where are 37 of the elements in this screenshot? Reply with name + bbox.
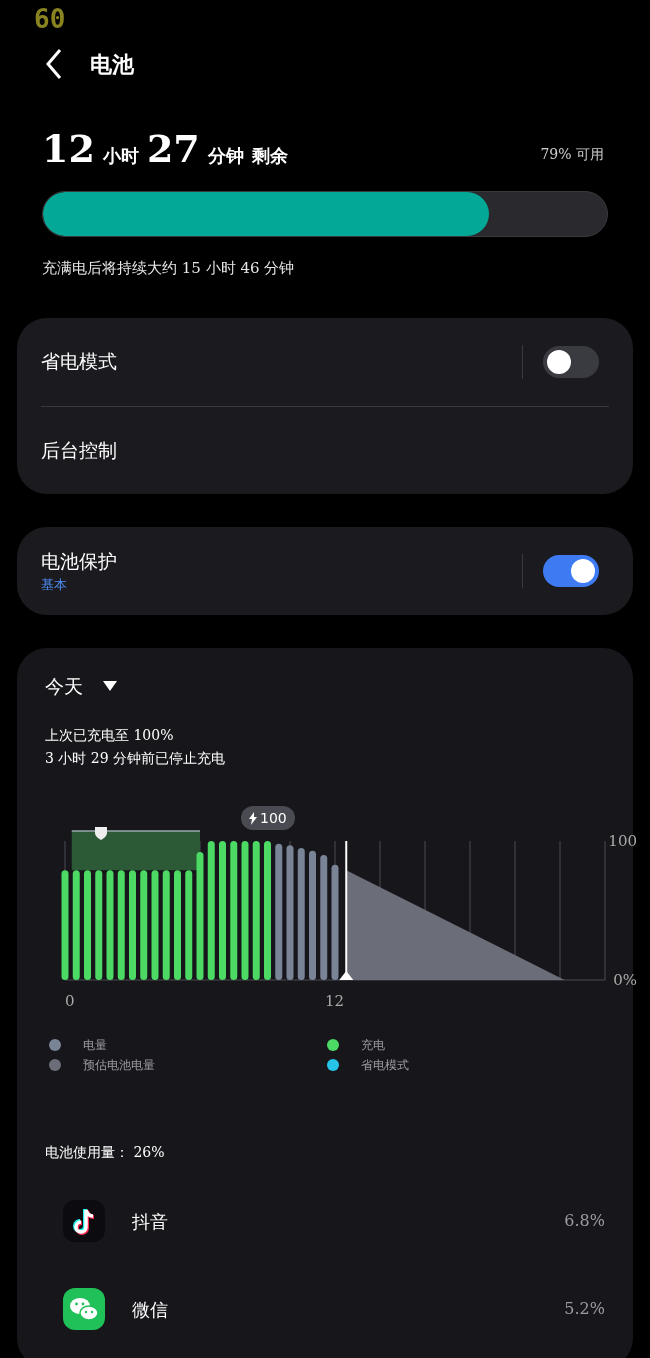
toggle-switch[interactable] [543, 554, 599, 587]
available-percent: 79% 可用 [540, 145, 605, 164]
app-usage-percent: 5.2% [564, 1298, 605, 1320]
stopped-charging-text: 3 小时 29 分钟前已停止充电 [45, 749, 227, 768]
music-note-app-icon [63, 1200, 105, 1242]
back-icon[interactable] [44, 48, 64, 80]
minutes-unit: 分钟 [207, 144, 244, 168]
x-tick-label: 12 [325, 992, 345, 1010]
hours-value: 12 [42, 130, 95, 168]
dropdown-caret-icon[interactable] [103, 680, 117, 691]
full-charge-note: 充满电后将持续大约 15 小时 46 分钟 [42, 258, 296, 279]
chat-bubbles-app-icon [63, 1288, 105, 1330]
toggle-switch[interactable] [543, 345, 599, 378]
y-tick-label: 0% [613, 971, 637, 989]
setting-subtitle: 基本 [41, 576, 68, 594]
last-charge-text: 上次已充电至 100% [45, 726, 175, 745]
legend-label: 预估电池电量 [83, 1057, 155, 1074]
app-usage-percent: 6.8% [564, 1210, 605, 1232]
y-tick-label: 100 [608, 832, 637, 850]
bolt-icon [249, 811, 257, 825]
x-tick-label: 0 [65, 992, 75, 1010]
app-name[interactable]: 抖音 [132, 1207, 565, 1235]
legend-label: 省电模式 [361, 1057, 409, 1074]
minutes-value: 27 [146, 130, 200, 168]
setting-label[interactable]: 省电模式 [41, 347, 117, 376]
remaining-label: 剩余 [251, 144, 288, 168]
legend-label: 电量 [83, 1037, 107, 1054]
page-title: 电池 [90, 49, 134, 79]
fps-counter: 60 [34, 4, 66, 34]
charge-badge: 100 [241, 806, 295, 830]
legend-label: 充电 [361, 1037, 385, 1054]
usage-total: 电池使用量： 26% [45, 1143, 166, 1162]
setting-label[interactable]: 后台控制 [41, 435, 117, 465]
hours-unit: 小时 [102, 144, 139, 168]
period-dropdown[interactable]: 今天 [45, 671, 83, 700]
app-name[interactable]: 微信 [132, 1295, 565, 1323]
setting-label[interactable]: 电池保护 [41, 546, 117, 575]
